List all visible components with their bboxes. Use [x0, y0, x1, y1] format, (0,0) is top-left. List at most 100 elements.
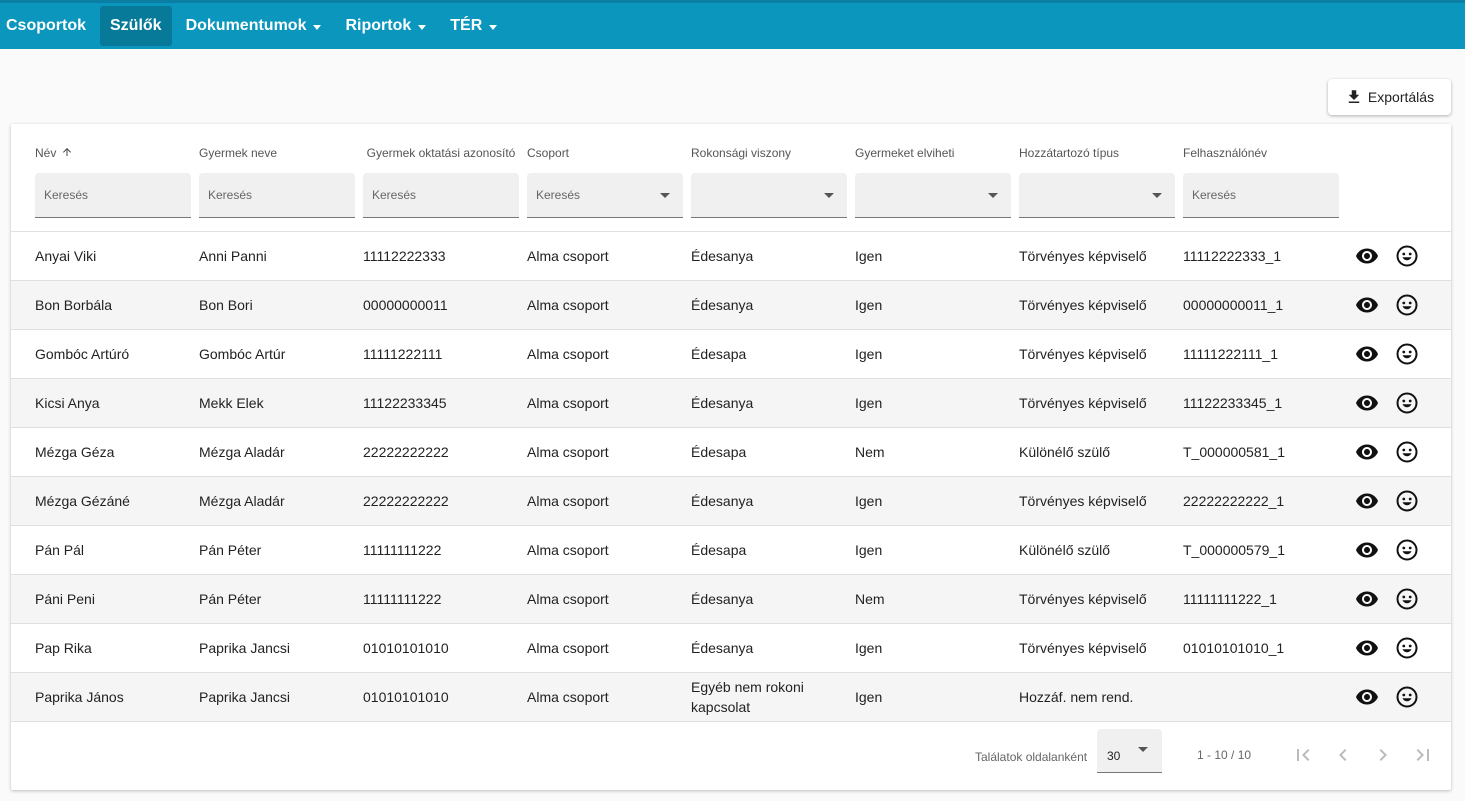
nav-item-4[interactable]: TÉR — [440, 6, 507, 46]
table-cell: Paprika János — [35, 689, 124, 705]
table-cell: 11111111222 — [363, 542, 442, 558]
chevron-down-icon — [1138, 747, 1148, 752]
table-row: Páni Peni Pán Péter 11111111222 Alma csopor… — [11, 575, 1451, 624]
table-cell: 01010101010 — [363, 640, 449, 656]
table-cell: Édesapa — [691, 346, 747, 362]
column-filter-select[interactable]: Keresés — [527, 173, 683, 218]
eye-icon[interactable] — [1355, 293, 1379, 317]
table-cell: Hozzáf. nem rend. — [1019, 689, 1134, 705]
column-filter-select[interactable] — [1019, 173, 1175, 218]
page-range: 1 - 10 / 10 — [1197, 748, 1252, 762]
first-page-icon[interactable] — [1291, 743, 1315, 767]
table-cell: Mézga Géza — [35, 444, 115, 460]
eye-icon[interactable] — [1355, 440, 1379, 464]
table-cell: 00000000011_1 — [1183, 297, 1284, 313]
face-icon[interactable] — [1395, 244, 1419, 268]
nav-item-1[interactable]: Szülők — [100, 6, 172, 46]
table-cell: Törvényes képviselő — [1019, 591, 1147, 607]
table-cell: Igen — [855, 493, 883, 509]
face-icon[interactable] — [1395, 440, 1419, 464]
search-input[interactable] — [208, 188, 338, 202]
table-cell: Édesanya — [691, 297, 754, 313]
table-cell: Törvényes képviselő — [1019, 493, 1147, 509]
eye-icon[interactable] — [1355, 538, 1379, 562]
per-page-select[interactable]: 30 — [1097, 729, 1162, 773]
caret-down-icon — [489, 24, 498, 30]
export-label: Exportálás — [1367, 89, 1435, 105]
eye-icon[interactable] — [1355, 636, 1379, 660]
column-filter-input[interactable] — [1183, 173, 1339, 218]
column-label[interactable]: Név — [35, 146, 191, 160]
next-page-icon[interactable] — [1371, 743, 1395, 767]
table-cell: Mézga Gézáné — [35, 493, 130, 509]
table-cell: Alma csoport — [527, 395, 609, 411]
table-cell: Mézga Aladár — [199, 444, 285, 460]
sort-ascending-icon[interactable] — [56, 146, 73, 161]
face-icon[interactable] — [1395, 342, 1419, 366]
eye-icon[interactable] — [1355, 391, 1379, 415]
face-icon[interactable] — [1395, 293, 1419, 317]
table-cell: Különélő szülő — [1019, 444, 1111, 460]
eye-icon[interactable] — [1355, 244, 1379, 268]
table-cell: Paprika Jancsi — [199, 689, 291, 705]
table-cell: Édesanya — [691, 591, 754, 607]
table-cell: 11122233345 — [363, 395, 447, 411]
table-row: Paprika János Paprika Jancsi 01010101010 Al… — [11, 673, 1451, 722]
column-filter-input[interactable] — [363, 173, 519, 218]
nav-item-label: Szülők — [110, 17, 162, 34]
table-cell: Törvényes képviselő — [1019, 346, 1147, 362]
table-cell: Alma csoport — [527, 591, 609, 607]
table-row: Mézga Gézáné Mézga Aladár 22222222222 Alma … — [11, 477, 1451, 526]
export-button[interactable]: Exportálás — [1328, 79, 1451, 115]
search-input[interactable] — [372, 188, 502, 202]
face-icon[interactable] — [1395, 587, 1419, 611]
table-cell — [1183, 673, 1339, 721]
face-icon[interactable] — [1395, 538, 1419, 562]
table-cell: 11112222333_1 — [1183, 248, 1282, 264]
eye-icon[interactable] — [1355, 489, 1379, 513]
search-input[interactable] — [44, 188, 174, 202]
column-label-text: Gyermek oktatási azonosító — [366, 146, 516, 160]
table-row: Kicsi Anya Mekk Elek 11122233345 Alma csopo… — [11, 379, 1451, 428]
table-cell: Gombóc Artúr — [199, 346, 286, 362]
column-filter-select[interactable] — [691, 173, 847, 218]
table-row: Gombóc Artúró Gombóc Artúr 11111222111 Alma… — [11, 330, 1451, 379]
caret-down-icon — [313, 24, 322, 30]
table-cell: Nem — [855, 444, 885, 460]
column-filter-select[interactable] — [855, 173, 1011, 218]
nav-item-label: Csoportok — [6, 17, 86, 34]
search-input[interactable] — [1192, 188, 1322, 202]
table-cell: Igen — [855, 640, 883, 656]
table-cell: Igen — [855, 542, 883, 558]
column-filter-input[interactable] — [199, 173, 355, 218]
chevron-down-icon — [988, 193, 998, 198]
face-icon[interactable] — [1395, 685, 1419, 709]
face-icon[interactable] — [1395, 391, 1419, 415]
column-label: Csoport — [527, 146, 683, 160]
nav-item-3[interactable]: Riportok — [335, 6, 436, 46]
column-label-text: Név — [35, 146, 57, 160]
nav-item-0[interactable]: Csoportok — [0, 6, 96, 46]
nav-item-2[interactable]: Dokumentumok — [176, 6, 332, 46]
last-page-icon[interactable] — [1411, 743, 1435, 767]
table-cell: 11122233345_1 — [1183, 395, 1283, 411]
prev-page-icon[interactable] — [1331, 743, 1355, 767]
table-cell: 11111222111 — [363, 346, 443, 362]
column-label-text: Felhasználónév — [1183, 146, 1268, 160]
eye-icon[interactable] — [1355, 587, 1379, 611]
face-icon[interactable] — [1395, 636, 1419, 660]
table-cell: Igen — [855, 248, 883, 264]
table-cell: Törvényes képviselő — [1019, 640, 1147, 656]
table-cell: 22222222222 — [363, 493, 449, 509]
parents-table-card: Név Gyermek neve Gyermek oktatási azonosít… — [11, 124, 1451, 790]
face-icon[interactable] — [1395, 489, 1419, 513]
nav-item-label: Riportok — [345, 17, 412, 34]
table-cell: Kicsi Anya — [35, 395, 100, 411]
table-cell: Édesapa — [691, 542, 747, 558]
column-label-text: Rokonsági viszony — [691, 146, 792, 160]
eye-icon[interactable] — [1355, 342, 1379, 366]
table-row: Mézga Géza Mézga Aladár 22222222222 Alma cs… — [11, 428, 1451, 477]
eye-icon[interactable] — [1355, 685, 1379, 709]
table-cell: Édesanya — [691, 493, 754, 509]
column-filter-input[interactable] — [35, 173, 191, 218]
